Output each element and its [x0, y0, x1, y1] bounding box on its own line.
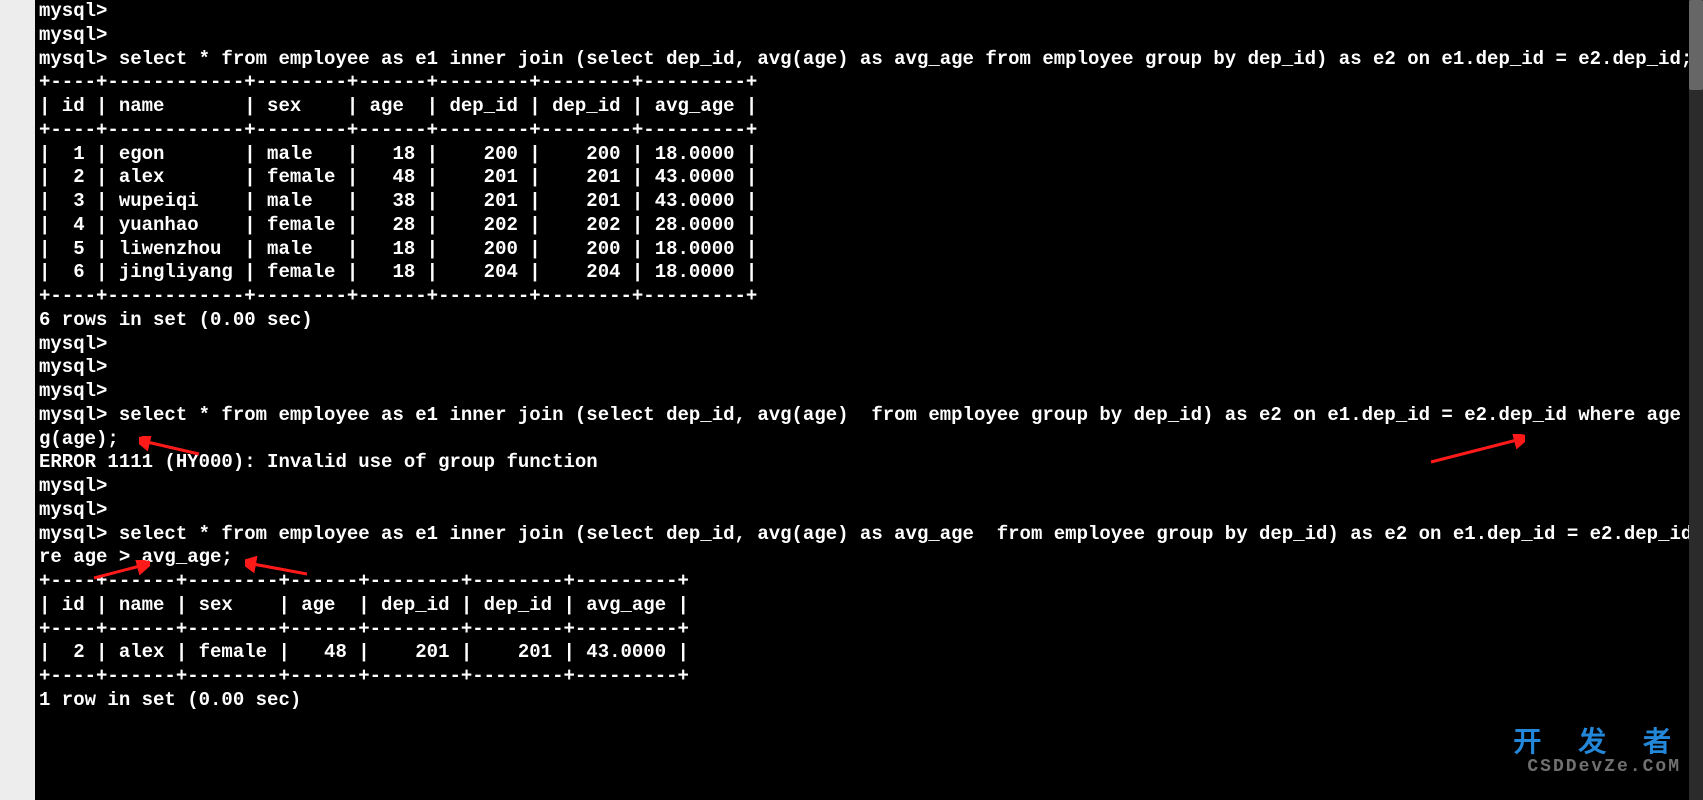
sql-query-1: mysql> select * from employee as e1 inne… [39, 48, 1699, 72]
table-sep: +----+------+--------+------+--------+--… [39, 665, 1699, 689]
table-row: | 6 | jingliyang | female | 18 | 204 | 2… [39, 261, 1699, 285]
terminal-line: mysql> [39, 475, 1699, 499]
table-sep: +----+------------+--------+------+-----… [39, 71, 1699, 95]
table-sep: +----+------------+--------+------+-----… [39, 119, 1699, 143]
table-sep: +----+------+--------+------+--------+--… [39, 618, 1699, 642]
terminal-line: mysql> [39, 24, 1699, 48]
result-summary: 1 row in set (0.00 sec) [39, 689, 1699, 713]
terminal-line: mysql> [39, 0, 1699, 24]
terminal-line: mysql> [39, 356, 1699, 380]
table-header: | id | name | sex | age | dep_id | dep_i… [39, 594, 1699, 618]
watermark-top: 开 发 者 [1513, 727, 1681, 762]
table-header: | id | name | sex | age | dep_id | dep_i… [39, 95, 1699, 119]
watermark-bottom: CSDDevZe.CoM [1513, 756, 1681, 779]
table-row: | 5 | liwenzhou | male | 18 | 200 | 200 … [39, 238, 1699, 262]
table-row: | 1 | egon | male | 18 | 200 | 200 | 18.… [39, 143, 1699, 167]
watermark: 开 发 者 CSDDevZe.CoM [1513, 727, 1681, 779]
table-sep: +----+------+--------+------+--------+--… [39, 570, 1699, 594]
table-row: | 2 | alex | female | 48 | 201 | 201 | 4… [39, 166, 1699, 190]
sql-query-3b: re age > avg_age; [39, 546, 1699, 570]
terminal-window[interactable]: mysql> mysql> mysql> select * from emplo… [35, 0, 1703, 800]
terminal-line: mysql> [39, 333, 1699, 357]
result-summary: 6 rows in set (0.00 sec) [39, 309, 1699, 333]
sql-query-2a: mysql> select * from employee as e1 inne… [39, 404, 1699, 428]
terminal-line: mysql> [39, 380, 1699, 404]
sql-query-3a: mysql> select * from employee as e1 inne… [39, 523, 1699, 547]
vertical-scrollbar[interactable] [1689, 0, 1703, 800]
table-row: | 2 | alex | female | 48 | 201 | 201 | 4… [39, 641, 1699, 665]
scrollbar-thumb[interactable] [1689, 0, 1703, 90]
sql-query-2b: g(age); [39, 428, 1699, 452]
table-sep: +----+------------+--------+------+-----… [39, 285, 1699, 309]
error-message: ERROR 1111 (HY000): Invalid use of group… [39, 451, 1699, 475]
table-row: | 4 | yuanhao | female | 28 | 202 | 202 … [39, 214, 1699, 238]
table-row: | 3 | wupeiqi | male | 38 | 201 | 201 | … [39, 190, 1699, 214]
terminal-line: mysql> [39, 499, 1699, 523]
